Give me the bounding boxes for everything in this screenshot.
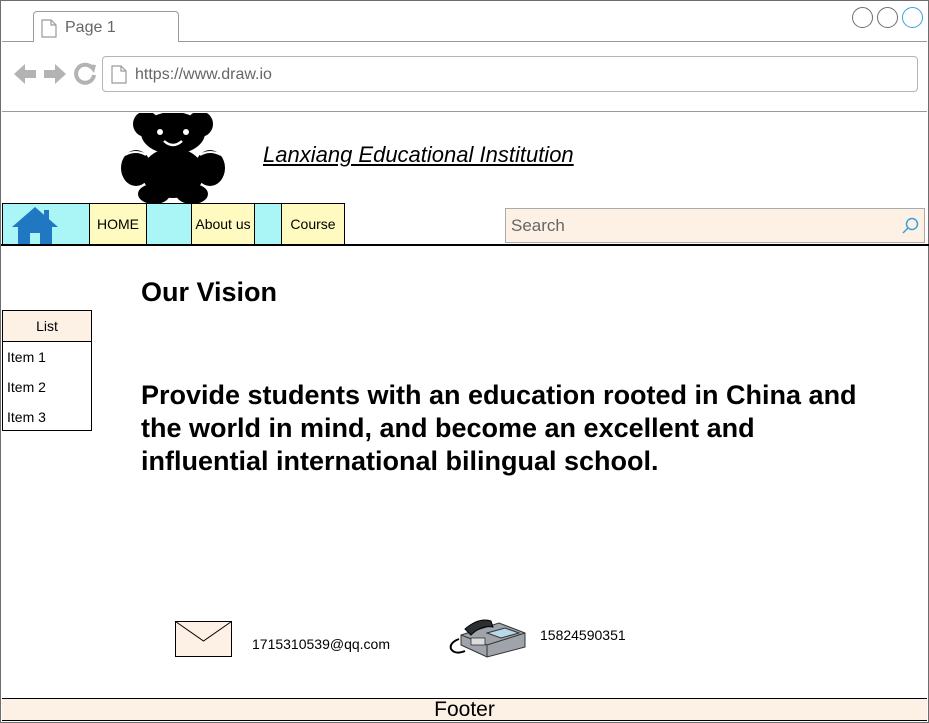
- page-icon: [111, 65, 127, 89]
- contact-phone[interactable]: 15824590351: [540, 627, 626, 643]
- search-icon[interactable]: [901, 217, 919, 240]
- url-bar[interactable]: https://www.draw.io: [102, 56, 918, 92]
- telephone-icon[interactable]: [445, 615, 527, 664]
- tab-bar: Page 1: [2, 2, 927, 43]
- vision-statement: Provide students with an education roote…: [141, 380, 857, 476]
- address-toolbar: https://www.draw.io: [2, 42, 927, 112]
- browser-window: Page 1 https://www.draw.io Lanxiang Educ…: [0, 0, 929, 723]
- back-arrow-icon[interactable]: [13, 62, 37, 91]
- tab-page-1[interactable]: Page 1: [33, 11, 179, 43]
- teddy-bear-logo: [118, 111, 228, 210]
- forward-arrow-icon[interactable]: [43, 62, 67, 91]
- reload-icon[interactable]: [73, 62, 97, 91]
- search-box: [505, 208, 925, 243]
- side-list: List Item 1 Item 2 Item 3: [2, 310, 92, 431]
- header-divider: [1, 244, 929, 246]
- menu-course-button[interactable]: Course: [281, 203, 345, 245]
- list-header: List: [3, 311, 91, 342]
- list-item[interactable]: Item 2: [3, 372, 91, 402]
- window-control-circle-3[interactable]: [902, 7, 923, 28]
- mail-icon[interactable]: [175, 621, 232, 662]
- list-item[interactable]: Item 1: [3, 342, 91, 372]
- list-item[interactable]: Item 3: [3, 402, 91, 432]
- menu-home-button[interactable]: HOME: [89, 203, 147, 245]
- window-control-circle-2[interactable]: [877, 7, 898, 28]
- contact-email[interactable]: 1715310539@qq.com: [252, 636, 390, 652]
- url-text: https://www.draw.io: [135, 66, 272, 83]
- search-input[interactable]: [506, 209, 896, 242]
- site-title[interactable]: Lanxiang Educational Institution: [263, 142, 574, 168]
- page-icon: [41, 19, 57, 43]
- tab-label: Page 1: [65, 19, 116, 36]
- window-control-circle-1[interactable]: [852, 7, 873, 28]
- menu-about-us-button[interactable]: About us: [191, 203, 255, 245]
- vision-heading: Our Vision: [141, 277, 278, 307]
- footer: Footer: [2, 698, 927, 721]
